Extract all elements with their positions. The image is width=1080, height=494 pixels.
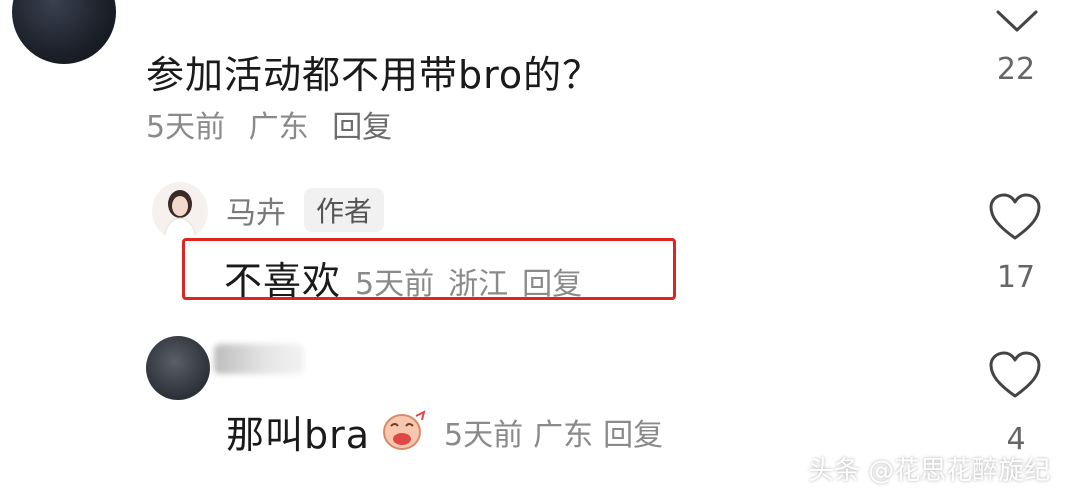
commenter-avatar[interactable] <box>146 336 210 400</box>
author-name[interactable]: 马卉 <box>226 188 286 232</box>
comment-meta: 5天前 广东 回复 <box>146 102 406 146</box>
watermark: 头条 @花思花醉旋纪 <box>808 456 1051 486</box>
like-count: 22 <box>996 52 1036 87</box>
blurred-username <box>214 344 304 374</box>
comment-text: 参加活动都不用带bro的？ <box>146 53 602 97</box>
commenter-avatar[interactable] <box>12 0 116 64</box>
comment-text: 不喜欢 <box>224 259 342 303</box>
collapse-chevron-icon[interactable] <box>994 8 1040 36</box>
comment-location: 广东 <box>248 110 309 145</box>
reply-button[interactable]: 回复 <box>603 410 663 454</box>
reply-button[interactable]: 回复 <box>332 110 392 145</box>
author-header: 马卉 作者 <box>226 188 385 232</box>
comment-text: 那叫bra <box>226 413 371 457</box>
author-badge: 作者 <box>304 188 385 232</box>
like-count: 17 <box>996 260 1036 295</box>
like-heart-icon[interactable] <box>988 192 1042 242</box>
reply-button[interactable]: 回复 <box>522 259 582 303</box>
comment-time: 5天前 <box>355 267 435 302</box>
comment-location: 浙江 <box>448 267 509 302</box>
author-avatar[interactable] <box>152 182 208 240</box>
comment-row: 那叫bra 5天前 广东 回复 <box>226 404 663 459</box>
like-heart-icon[interactable] <box>988 350 1042 400</box>
author-reply-row: 不喜欢 5天前 浙江 回复 <box>224 250 582 305</box>
laughing-emoji-icon <box>380 408 428 456</box>
comment-time: 5天前 <box>444 417 524 453</box>
comment-location: 广东 <box>533 417 594 453</box>
comment-time: 5天前 <box>146 110 226 145</box>
